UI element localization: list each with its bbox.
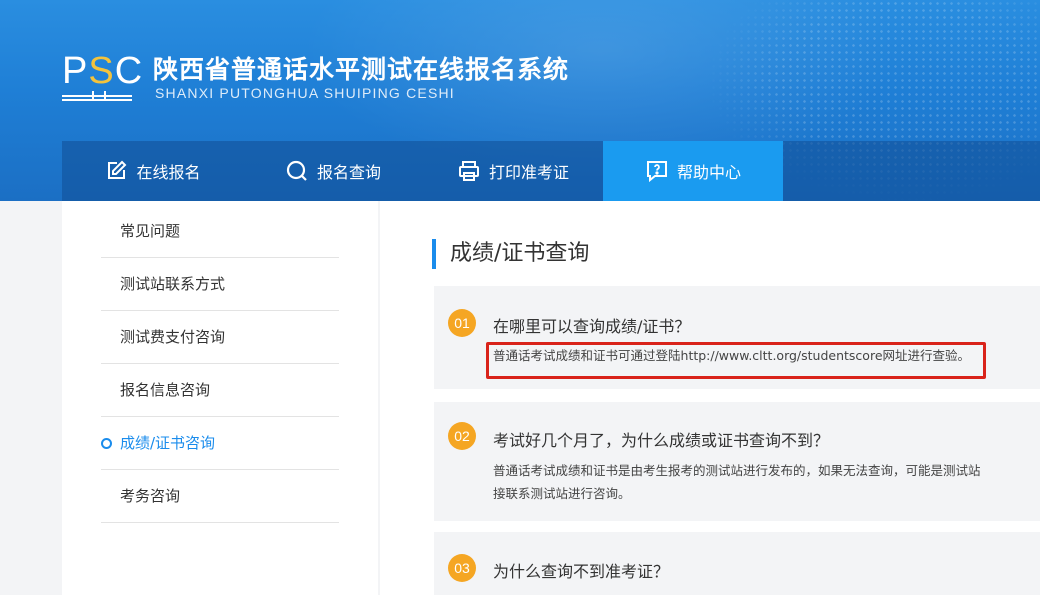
faq-answer-line: 接联系测试站进行咨询。 — [493, 486, 631, 501]
nav-item-label: 帮助中心 — [676, 163, 741, 182]
site-title: 陕西省普通话水平测试在线报名系统 — [153, 55, 570, 84]
nav-item-register-query[interactable]: 报名查询 — [243, 141, 423, 201]
faq-question: 为什么查询不到准考证？ — [493, 562, 670, 581]
logo-letters: PSC — [62, 50, 142, 92]
sidebar-item-label: 常见问题 — [120, 222, 181, 240]
faq-answer-line: 普通话考试成绩和证书是由考生报考的测试站进行发布的，如果无法查询，可能是测试站 — [493, 463, 981, 478]
faq-number-badge: 01 — [448, 309, 476, 337]
nav-item-online-register[interactable]: 在线报名 — [62, 141, 243, 201]
sidebar-item-registration-info[interactable]: 报名信息咨询 — [101, 364, 339, 417]
active-circle-icon — [101, 438, 112, 449]
sidebar-item-station-contact[interactable]: 测试站联系方式 — [101, 258, 339, 311]
site-subtitle: SHANXI PUTONGHUA SHUIPING CESHI — [155, 85, 455, 101]
faq-item: 03 为什么查询不到准考证？ — [434, 532, 1040, 595]
sidebar-item-score-certificate[interactable]: 成绩/证书咨询 — [101, 417, 339, 470]
page-title: 成绩/证书查询 — [432, 239, 589, 269]
header-banner: PSC 陕西省普通话水平测试在线报名系统 SHANXI PUTONGHUA SH… — [0, 0, 1040, 201]
sidebar-item-faq[interactable]: 常见问题 — [101, 205, 339, 258]
help-sidebar: 常见问题 测试站联系方式 测试费支付咨询 报名信息咨询 成绩/证书咨询 考务咨询 — [62, 201, 378, 595]
nav-item-print-admission[interactable]: 打印准考证 — [423, 141, 603, 201]
main-content: 成绩/证书查询 01 在哪里可以查询成绩/证书？ 普通话考试成绩和证书可通过登陆… — [380, 201, 1040, 595]
logo-letter-s: S — [88, 50, 115, 92]
faq-number-badge: 02 — [448, 422, 476, 450]
edit-icon — [104, 159, 128, 183]
logo-book-icon — [62, 91, 132, 101]
sidebar-item-label: 测试站联系方式 — [120, 275, 226, 293]
sidebar-item-label: 报名信息咨询 — [120, 381, 211, 399]
nav-item-help-center[interactable]: 帮助中心 — [603, 141, 783, 201]
faq-question: 考试好几个月了，为什么成绩或证书查询不到？ — [493, 431, 830, 450]
help-icon — [645, 159, 669, 183]
red-highlight-box — [486, 342, 986, 379]
logo-letter-p: P — [62, 50, 89, 92]
sidebar-item-label: 考务咨询 — [120, 487, 181, 505]
nav-item-label: 报名查询 — [316, 163, 381, 182]
faq-number-badge: 03 — [448, 554, 476, 582]
sidebar-item-fee-payment[interactable]: 测试费支付咨询 — [101, 311, 339, 364]
nav-item-label: 打印准考证 — [488, 163, 569, 182]
nav-item-label: 在线报名 — [136, 163, 201, 182]
main-nav: 在线报名 报名查询 打印准考证 帮助中心 — [62, 141, 1040, 201]
psc-logo[interactable]: PSC — [62, 50, 142, 101]
sidebar-item-label: 测试费支付咨询 — [120, 328, 226, 346]
printer-icon — [457, 159, 481, 183]
sidebar-item-label: 成绩/证书咨询 — [120, 434, 216, 452]
sidebar-item-exam-affairs[interactable]: 考务咨询 — [101, 470, 339, 523]
search-icon — [285, 159, 309, 183]
faq-item: 02 考试好几个月了，为什么成绩或证书查询不到？ 普通话考试成绩和证书是由考生报… — [434, 402, 1040, 521]
logo-letter-c: C — [114, 50, 144, 92]
faq-question: 在哪里可以查询成绩/证书？ — [493, 317, 691, 336]
